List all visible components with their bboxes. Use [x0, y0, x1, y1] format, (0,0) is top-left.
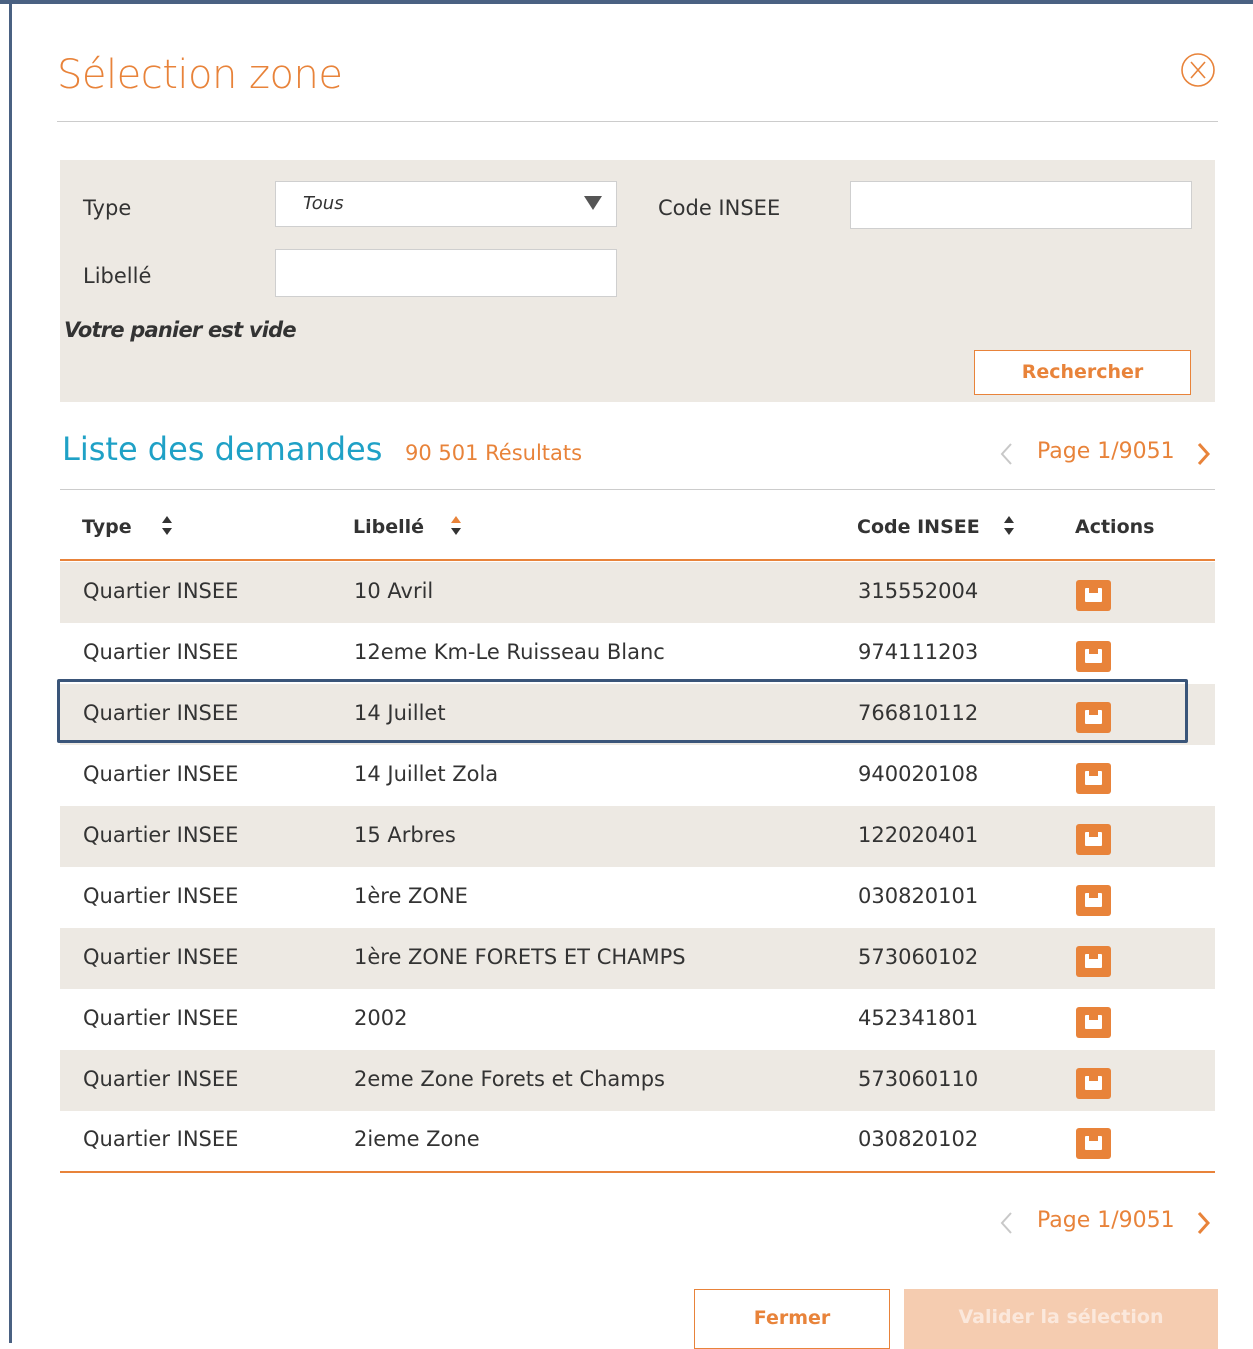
list-divider [60, 489, 1215, 490]
validate-selection-button[interactable]: Valider la sélection [904, 1289, 1218, 1349]
cell-type: Quartier INSEE [83, 884, 239, 908]
cell-type: Quartier INSEE [83, 579, 239, 603]
modal-title: Sélection zone [57, 52, 343, 98]
type-select[interactable]: Tous [275, 181, 617, 227]
result-count: 90 501 Résultats [405, 441, 583, 465]
cell-libelle: 10 Avril [354, 579, 434, 603]
title-divider [57, 121, 1218, 122]
cell-libelle: 2eme Zone Forets et Champs [354, 1067, 665, 1091]
save-icon[interactable] [1076, 1007, 1111, 1038]
close-button[interactable]: Fermer [694, 1289, 890, 1349]
filter-panel: Type Tous Code INSEE Libellé Votre panie… [60, 160, 1215, 402]
column-header-type[interactable]: Type [82, 516, 132, 538]
table-row[interactable]: Quartier INSEE 2ieme Zone 030820102 [60, 1110, 1215, 1171]
table-row[interactable]: Quartier INSEE 1ère ZONE FORETS ET CHAMP… [60, 928, 1215, 989]
page-indicator: Page 1/9051 [1037, 1208, 1175, 1233]
chevron-right-icon[interactable] [1190, 1210, 1216, 1236]
search-button[interactable]: Rechercher [974, 350, 1191, 395]
column-header-actions: Actions [1075, 516, 1155, 538]
code-insee-label: Code INSEE [658, 196, 781, 220]
cell-libelle: 12eme Km-Le Ruisseau Blanc [354, 640, 665, 664]
save-icon[interactable] [1076, 824, 1111, 855]
sort-icon[interactable] [161, 513, 173, 539]
chevron-left-icon[interactable] [995, 441, 1021, 467]
cell-type: Quartier INSEE [83, 823, 239, 847]
save-icon[interactable] [1076, 946, 1111, 977]
cell-code-insee: 122020401 [858, 823, 979, 847]
column-header-libelle[interactable]: Libellé [353, 516, 424, 538]
cell-code-insee: 452341801 [858, 1006, 979, 1030]
cell-code-insee: 030820102 [858, 1127, 979, 1151]
table-row[interactable]: Quartier INSEE 15 Arbres 122020401 [60, 806, 1215, 867]
chevron-right-icon[interactable] [1190, 441, 1216, 467]
cell-type: Quartier INSEE [83, 945, 239, 969]
cell-code-insee: 940020108 [858, 762, 979, 786]
table-row[interactable]: Quartier INSEE 10 Avril 315552004 [60, 562, 1215, 623]
list-title: Liste des demandes [62, 430, 383, 468]
save-icon[interactable] [1076, 763, 1111, 794]
chevron-left-icon[interactable] [995, 1210, 1021, 1236]
cell-code-insee: 573060110 [858, 1067, 979, 1091]
cell-libelle: 14 Juillet [354, 701, 446, 725]
cell-type: Quartier INSEE [83, 701, 239, 725]
cell-code-insee: 573060102 [858, 945, 979, 969]
cell-libelle: 2ieme Zone [354, 1127, 480, 1151]
sort-icon[interactable] [1003, 513, 1015, 539]
table-bottom-divider [60, 1171, 1215, 1173]
cart-empty-message: Votre panier est vide [64, 318, 297, 342]
cell-libelle: 1ère ZONE FORETS ET CHAMPS [354, 945, 686, 969]
save-icon[interactable] [1076, 702, 1111, 733]
sort-icon[interactable] [450, 513, 462, 539]
save-icon[interactable] [1076, 641, 1111, 672]
window-frame-left [9, 0, 12, 1343]
cell-code-insee: 766810112 [858, 701, 979, 725]
cell-type: Quartier INSEE [83, 640, 239, 664]
pagination-bottom: Page 1/9051 [995, 1206, 1220, 1240]
cell-libelle: 2002 [354, 1006, 408, 1030]
table-row[interactable]: Quartier INSEE 12eme Km-Le Ruisseau Blan… [60, 623, 1215, 684]
column-header-code-insee[interactable]: Code INSEE [857, 516, 980, 538]
libelle-label: Libellé [83, 264, 152, 288]
cell-libelle: 14 Juillet Zola [354, 762, 499, 786]
cell-libelle: 15 Arbres [354, 823, 456, 847]
page-indicator: Page 1/9051 [1037, 439, 1175, 464]
caret-down-icon [584, 196, 602, 210]
cell-type: Quartier INSEE [83, 1067, 239, 1091]
table-row[interactable]: Quartier INSEE 2002 452341801 [60, 989, 1215, 1050]
table-row[interactable]: Quartier INSEE 1ère ZONE 030820101 [60, 867, 1215, 928]
save-icon[interactable] [1076, 580, 1111, 611]
cell-libelle: 1ère ZONE [354, 884, 468, 908]
cell-code-insee: 030820101 [858, 884, 979, 908]
code-insee-input[interactable] [850, 181, 1192, 229]
window-frame-top [0, 0, 1253, 4]
cell-type: Quartier INSEE [83, 762, 239, 786]
table-row[interactable]: Quartier INSEE 14 Juillet 766810112 [60, 684, 1215, 745]
save-icon[interactable] [1076, 885, 1111, 916]
type-select-value: Tous [303, 193, 344, 214]
cell-type: Quartier INSEE [83, 1006, 239, 1030]
cell-code-insee: 974111203 [858, 640, 979, 664]
libelle-input[interactable] [275, 249, 617, 297]
type-label: Type [83, 196, 132, 220]
pagination-top: Page 1/9051 [995, 437, 1220, 471]
table-row[interactable]: Quartier INSEE 14 Juillet Zola 940020108 [60, 745, 1215, 806]
table-header: Type Libellé Code INSEE Actions [60, 497, 1215, 561]
save-icon[interactable] [1076, 1068, 1111, 1099]
cell-type: Quartier INSEE [83, 1127, 239, 1151]
close-icon[interactable] [1180, 52, 1216, 88]
save-icon[interactable] [1076, 1128, 1111, 1159]
cell-code-insee: 315552004 [858, 579, 979, 603]
table-row[interactable]: Quartier INSEE 2eme Zone Forets et Champ… [60, 1050, 1215, 1111]
